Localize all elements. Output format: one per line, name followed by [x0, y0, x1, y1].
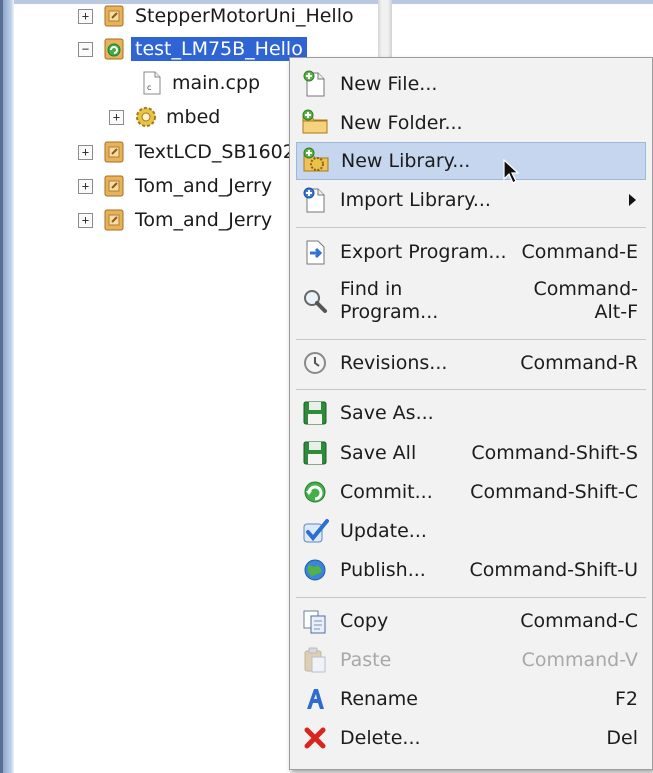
menu-item-label: Update... [340, 519, 427, 542]
menu-item-import-library[interactable]: Import Library... [296, 182, 646, 218]
menu-item-new-library[interactable]: New Library... [296, 142, 646, 180]
program-active-icon [104, 37, 126, 61]
menu-separator [296, 339, 646, 340]
menu-item-label: New Library... [341, 149, 471, 172]
menu-item-label: New File... [340, 72, 438, 95]
menu-item-label: Copy [340, 609, 389, 632]
menu-item-label: Save All [340, 441, 417, 464]
tree-item-label: main.cpp [172, 72, 261, 94]
new-library-icon [301, 146, 331, 176]
rename-icon [300, 684, 330, 714]
menu-separator [296, 389, 646, 390]
gear-library-icon [135, 105, 157, 129]
menu-item-label: Delete... [340, 726, 421, 749]
program-folder-icon [104, 4, 126, 28]
menu-item-label: Commit... [340, 480, 433, 503]
tree-item-label: Tom_and_Jerry [135, 209, 273, 231]
menu-item-label: Revisions... [340, 351, 448, 374]
import-library-icon [300, 185, 330, 215]
expand-toggle[interactable]: + [78, 144, 93, 160]
new-file-icon [300, 69, 330, 99]
program-folder-icon [104, 174, 126, 198]
program-folder-icon [104, 208, 126, 232]
submenu-arrow-icon [629, 194, 636, 206]
menu-item-label: Rename [340, 687, 418, 710]
tree-item-label: Tom_and_Jerry [135, 175, 273, 197]
menu-item-label: New Folder... [340, 111, 463, 134]
paste-icon [300, 645, 330, 675]
menu-item-find-in-program[interactable]: Find in Program... Command- Alt-F [296, 274, 646, 328]
tree-item-label: StepperMotorUni_Hello [135, 5, 354, 27]
menu-item-shortcut: Command- Alt-F [533, 278, 638, 323]
menu-item-shortcut: F2 [614, 687, 638, 710]
save-as-icon [300, 398, 330, 428]
menu-item-shortcut: Del [606, 726, 638, 749]
tree-item-steppermotoruni-hello[interactable]: + StepperMotorUni_Hello [78, 1, 354, 31]
svg-text:c: c [147, 83, 151, 92]
menu-item-shortcut: Command-Shift-C [470, 480, 638, 503]
magnifier-icon [300, 286, 330, 316]
context-menu: New File... New Folder... New Library...… [289, 57, 653, 770]
tree-item-tom-and-jerry-2[interactable]: + Tom_and_Jerry [78, 205, 272, 235]
expand-toggle[interactable]: + [78, 212, 93, 228]
expand-toggle[interactable]: + [78, 8, 93, 24]
menu-item-shortcut: Command-R [520, 351, 638, 374]
save-all-icon [300, 438, 330, 468]
clock-icon [300, 348, 330, 378]
menu-item-publish[interactable]: Publish... Command-Shift-U [296, 552, 646, 588]
export-icon [300, 237, 330, 267]
selected-program-label: test_LM75B_Hello [131, 37, 307, 61]
expand-toggle[interactable]: + [109, 109, 124, 125]
menu-item-label: Paste [340, 648, 392, 671]
menu-separator [296, 597, 646, 598]
file-icon: c [141, 71, 163, 95]
menu-item-copy[interactable]: Copy Command-C [296, 603, 646, 639]
menu-item-shortcut: Command-C [520, 609, 638, 632]
menu-item-revisions[interactable]: Revisions... Command-R [296, 345, 646, 381]
expand-toggle[interactable]: + [78, 178, 93, 194]
tree-item-label: mbed [166, 106, 221, 128]
menu-item-rename[interactable]: Rename F2 [296, 681, 646, 717]
mouse-pointer-icon [503, 158, 520, 185]
program-folder-icon [104, 140, 126, 164]
menu-item-label: Import Library... [340, 188, 491, 211]
menu-item-save-as[interactable]: Save As... [296, 395, 646, 431]
menu-item-new-file[interactable]: New File... [296, 66, 646, 102]
publish-globe-icon [300, 555, 330, 585]
commit-icon [300, 477, 330, 507]
menu-item-update[interactable]: Update... [296, 513, 646, 549]
delete-icon [300, 723, 330, 753]
menu-item-label: Publish... [340, 558, 426, 581]
menu-item-export-program[interactable]: Export Program... Command-E [296, 234, 646, 270]
menu-item-save-all[interactable]: Save All Command-Shift-S [296, 435, 646, 471]
tree-item-test-lm75b-hello[interactable]: − test_LM75B_Hello [78, 34, 307, 64]
menu-item-label: Export Program... [340, 240, 507, 263]
menu-item-commit[interactable]: Commit... Command-Shift-C [296, 474, 646, 510]
tree-item-tom-and-jerry-1[interactable]: + Tom_and_Jerry [78, 171, 272, 201]
menu-item-label: Save As... [340, 401, 434, 424]
menu-item-shortcut: Command-Shift-U [469, 558, 638, 581]
menu-item-new-folder[interactable]: New Folder... [296, 105, 646, 141]
tree-item-label: TextLCD_SB1602 [135, 141, 295, 163]
menu-item-label: Find in Program... [340, 278, 439, 323]
menu-item-shortcut: Command-V [521, 648, 638, 671]
new-folder-icon [300, 108, 330, 138]
collapse-toggle[interactable]: − [78, 41, 93, 57]
menu-item-shortcut: Command-Shift-S [471, 441, 638, 464]
menu-item-delete[interactable]: Delete... Del [296, 720, 646, 756]
copy-icon [300, 606, 330, 636]
menu-item-shortcut: Command-E [521, 240, 638, 263]
menu-item-paste[interactable]: Paste Command-V [296, 642, 646, 678]
update-check-icon [300, 516, 330, 546]
tree-item-main-cpp[interactable]: c main.cpp [141, 68, 260, 98]
menu-separator [296, 227, 646, 228]
tree-item-textlcd[interactable]: + TextLCD_SB1602 [78, 137, 295, 167]
tree-item-mbed[interactable]: + mbed [109, 102, 220, 132]
